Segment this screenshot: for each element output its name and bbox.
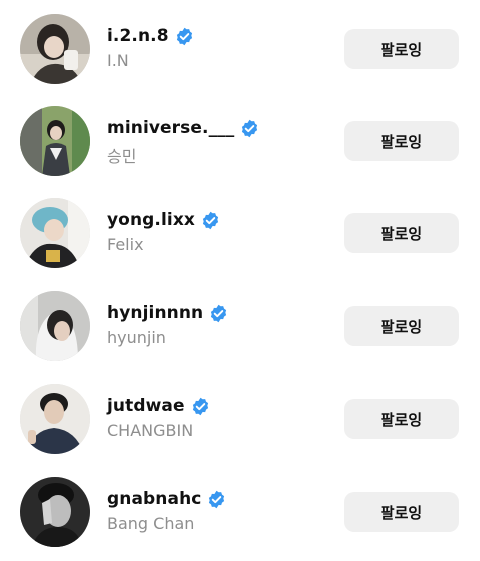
username[interactable]: gnabnahc: [107, 489, 201, 509]
following-list: i.2.n.8 I.N 팔로잉 miniverse.___ 승민 팔로잉 yon…: [0, 0, 480, 561]
following-button[interactable]: 팔로잉: [344, 121, 459, 161]
following-button[interactable]: 팔로잉: [344, 29, 459, 69]
display-name: Bang Chan: [107, 514, 195, 533]
verified-badge-icon: [175, 27, 194, 46]
list-item[interactable]: i.2.n.8 I.N 팔로잉: [0, 9, 480, 89]
list-item[interactable]: hynjinnnn hyunjin 팔로잉: [0, 286, 480, 366]
display-name: Felix: [107, 235, 144, 254]
verified-badge-icon: [191, 397, 210, 416]
following-button[interactable]: 팔로잉: [344, 213, 459, 253]
following-button[interactable]: 팔로잉: [344, 306, 459, 346]
list-item[interactable]: gnabnahc Bang Chan 팔로잉: [0, 472, 480, 552]
avatar[interactable]: [20, 477, 90, 547]
display-name: hyunjin: [107, 328, 166, 347]
list-item[interactable]: jutdwae CHANGBIN 팔로잉: [0, 379, 480, 459]
username[interactable]: i.2.n.8: [107, 26, 169, 46]
following-button[interactable]: 팔로잉: [344, 492, 459, 532]
avatar[interactable]: [20, 384, 90, 454]
following-button[interactable]: 팔로잉: [344, 399, 459, 439]
avatar[interactable]: [20, 291, 90, 361]
username[interactable]: jutdwae: [107, 396, 185, 416]
display-name: I.N: [107, 51, 129, 70]
list-item[interactable]: miniverse.___ 승민 팔로잉: [0, 101, 480, 181]
list-item[interactable]: yong.lixx Felix 팔로잉: [0, 193, 480, 273]
avatar[interactable]: [20, 14, 90, 84]
verified-badge-icon: [240, 119, 259, 138]
avatar[interactable]: [20, 106, 90, 176]
verified-badge-icon: [209, 304, 228, 323]
username[interactable]: yong.lixx: [107, 210, 195, 230]
display-name: 승민: [107, 147, 137, 166]
verified-badge-icon: [207, 490, 226, 509]
username[interactable]: hynjinnnn: [107, 303, 203, 323]
username[interactable]: miniverse.___: [107, 118, 234, 138]
display-name: CHANGBIN: [107, 421, 194, 440]
avatar[interactable]: [20, 198, 90, 268]
verified-badge-icon: [201, 211, 220, 230]
